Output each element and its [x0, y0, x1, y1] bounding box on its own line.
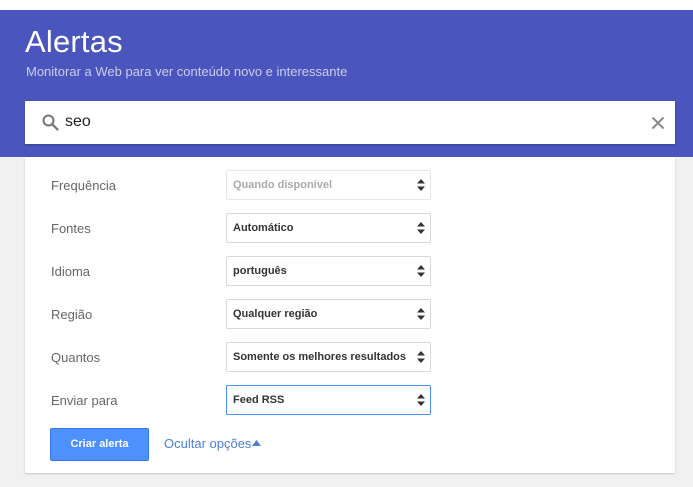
option-row-frequency: Frequência Quando disponível: [25, 170, 675, 200]
select-value: português: [233, 265, 287, 277]
option-label: Fontes: [51, 221, 91, 236]
option-label: Enviar para: [51, 393, 118, 408]
how-many-select[interactable]: Somente os melhores resultados: [226, 342, 431, 372]
alert-options-panel: Frequência Quando disponível Fontes Auto…: [25, 157, 675, 473]
up-down-arrows-icon: [417, 308, 425, 320]
option-label: Idioma: [51, 264, 91, 279]
select-value: Somente os melhores resultados: [233, 351, 406, 363]
top-strip: [0, 0, 693, 10]
language-select[interactable]: português: [226, 256, 431, 286]
select-value: Qualquer região: [233, 308, 318, 320]
hide-options-link[interactable]: Ocultar opções: [164, 436, 251, 451]
option-label: Quantos: [51, 350, 101, 365]
option-row-deliver-to: Enviar para Feed RSS: [25, 385, 675, 415]
select-value: Feed RSS: [233, 394, 285, 406]
frequency-select[interactable]: Quando disponível: [226, 170, 431, 200]
region-select[interactable]: Qualquer região: [226, 299, 431, 329]
option-label: Região: [51, 307, 93, 322]
deliver-to-select[interactable]: Feed RSS: [226, 385, 431, 415]
sources-select[interactable]: Automático: [226, 213, 431, 243]
up-down-arrows-icon: [417, 351, 425, 363]
create-alert-button[interactable]: Criar alerta: [50, 428, 149, 461]
search-input[interactable]: [65, 113, 625, 131]
select-value: Automático: [233, 222, 294, 234]
close-icon[interactable]: [651, 116, 665, 130]
option-label: Frequência: [51, 178, 117, 193]
up-down-arrows-icon: [417, 179, 425, 191]
up-down-arrows-icon: [417, 265, 425, 277]
page-subtitle: Monitorar a Web para ver conteúdo novo e…: [26, 64, 348, 79]
select-value: Quando disponível: [233, 179, 333, 191]
search-icon: [42, 114, 59, 131]
option-row-how-many: Quantos Somente os melhores resultados: [25, 342, 675, 372]
caret-up-icon[interactable]: [252, 440, 261, 446]
option-row-language: Idioma português: [25, 256, 675, 286]
up-down-arrows-icon: [417, 394, 425, 406]
option-row-region: Região Qualquer região: [25, 299, 675, 329]
up-down-arrows-icon: [417, 222, 425, 234]
page-title: Alertas: [25, 24, 123, 59]
option-row-sources: Fontes Automático: [25, 213, 675, 243]
search-box[interactable]: [25, 101, 675, 144]
